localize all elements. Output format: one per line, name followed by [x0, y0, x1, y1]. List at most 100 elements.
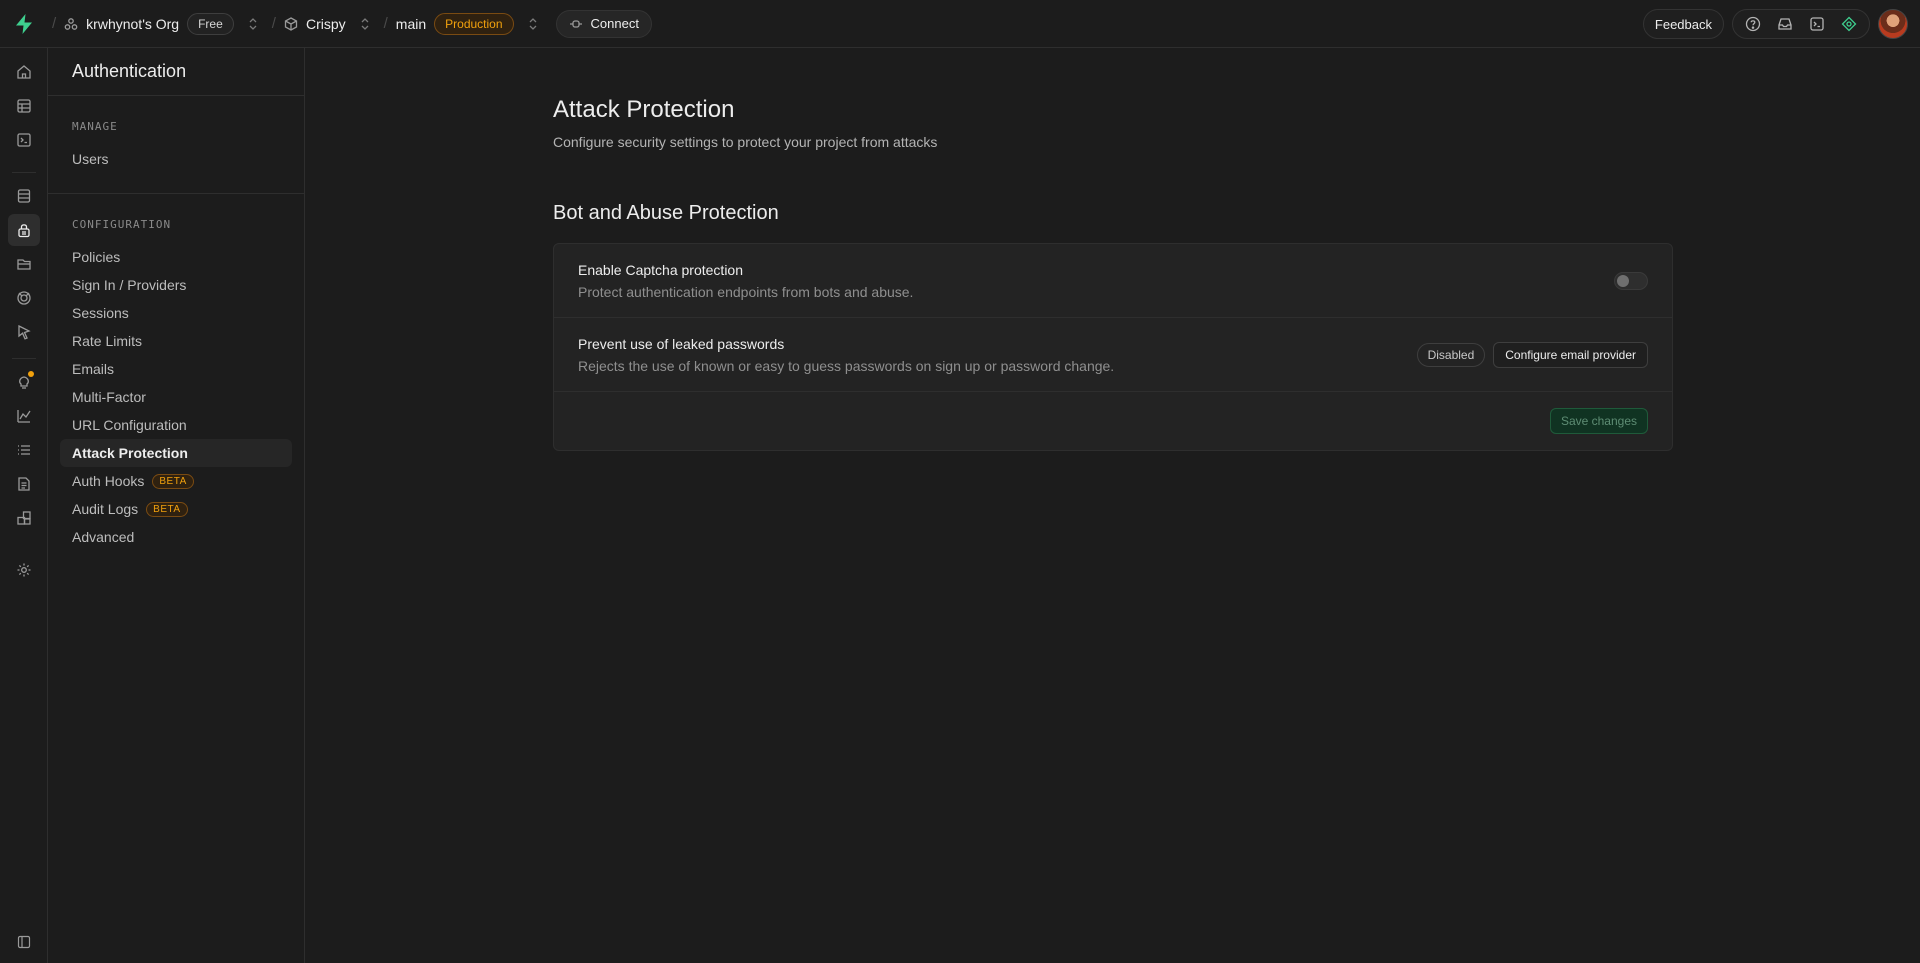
- rail-divider: [12, 172, 36, 173]
- feedback-button[interactable]: Feedback: [1642, 9, 1724, 39]
- captcha-label: Enable Captcha protection: [578, 261, 743, 278]
- plan-badge: Free: [187, 12, 234, 35]
- assistant-icon[interactable]: [1833, 10, 1865, 38]
- org-switcher[interactable]: krwhynot's Org Free: [64, 12, 258, 35]
- chevrons-up-down-icon[interactable]: [360, 17, 370, 31]
- api-docs-icon[interactable]: [8, 468, 40, 500]
- sidebar-item-label: Rate Limits: [72, 333, 143, 349]
- sidebar-title: Authentication: [48, 48, 304, 96]
- captcha-toggle[interactable]: [1614, 271, 1648, 290]
- sidebar-item-attack-protection[interactable]: Attack Protection: [60, 439, 292, 467]
- sidebar-item-rate-limits[interactable]: Rate Limits: [60, 327, 292, 355]
- sidebar-item-auth-hooks[interactable]: Auth Hooks BETA: [60, 467, 292, 495]
- top-bar: / krwhynot's Org Free / Crispy / main Pr…: [0, 0, 1920, 48]
- sidebar-item-label: Sessions: [72, 305, 129, 321]
- integrations-icon[interactable]: [8, 502, 40, 534]
- project-switcher[interactable]: Crispy: [284, 16, 370, 32]
- beta-badge: BETA: [146, 501, 188, 517]
- sidebar-item-audit-logs[interactable]: Audit Logs BETA: [60, 495, 292, 523]
- page-subtitle: Configure security settings to protect y…: [553, 134, 938, 150]
- project-name: Crispy: [305, 15, 346, 32]
- realtime-icon[interactable]: [8, 282, 40, 314]
- icon-rail: [0, 48, 48, 963]
- leaked-passwords-actions: Disabled Configure email provider: [1416, 341, 1648, 368]
- breadcrumb-separator: /: [383, 15, 388, 32]
- database-icon[interactable]: [8, 180, 40, 212]
- user-avatar[interactable]: [1878, 9, 1908, 39]
- captcha-description: Protect authentication endpoints from bo…: [578, 283, 914, 300]
- sidebar-item-label: Auth Hooks: [72, 473, 145, 489]
- toggle-knob: [1617, 274, 1629, 287]
- sidebar-item-sessions[interactable]: Sessions: [60, 299, 292, 327]
- org-icon: [64, 17, 78, 31]
- sidebar-item-label: Multi-Factor: [72, 389, 146, 405]
- home-icon[interactable]: [8, 56, 40, 88]
- topbar-actions: Feedback: [1642, 0, 1908, 48]
- bot-abuse-card: Enable Captcha protection Protect authen…: [553, 243, 1673, 451]
- breadcrumb-separator: /: [52, 15, 57, 32]
- sidebar-item-users[interactable]: Users: [60, 145, 292, 173]
- branch-switcher[interactable]: main Production: [395, 12, 538, 35]
- sidebar-item-label: Advanced: [72, 529, 135, 545]
- help-icon[interactable]: [1737, 10, 1769, 38]
- sidebar-item-emails[interactable]: Emails: [60, 355, 292, 383]
- connect-label: Connect: [590, 16, 639, 31]
- sidebar-item-sign-in-providers[interactable]: Sign In / Providers: [60, 271, 292, 299]
- table-editor-icon[interactable]: [8, 90, 40, 122]
- chevrons-up-down-icon[interactable]: [248, 17, 258, 31]
- settings-gear-icon[interactable]: [8, 554, 40, 586]
- status-badge: Disabled: [1416, 342, 1486, 367]
- sql-editor-icon[interactable]: [8, 124, 40, 156]
- sidebar-item-label: Emails: [72, 361, 115, 377]
- inbox-icon[interactable]: [1769, 10, 1801, 38]
- sidebar-item-label: Audit Logs: [72, 501, 139, 517]
- auth-sidebar: Authentication MANAGE Users CONFIGURATIO…: [48, 48, 305, 963]
- page-title: Attack Protection: [553, 96, 735, 123]
- sidebar-item-label: URL Configuration: [72, 417, 187, 433]
- sidebar-item-label: Policies: [72, 249, 121, 265]
- collapse-sidebar-icon[interactable]: [8, 926, 40, 958]
- leaked-passwords-description: Rejects the use of known or easy to gues…: [578, 357, 1115, 374]
- reports-icon[interactable]: [8, 400, 40, 432]
- configuration-section: CONFIGURATION Policies Sign In / Provide…: [48, 194, 304, 571]
- storage-icon[interactable]: [8, 248, 40, 280]
- sidebar-item-label: Attack Protection: [72, 445, 188, 461]
- leaked-passwords-row: Prevent use of leaked passwords Rejects …: [554, 318, 1672, 392]
- captcha-text: Enable Captcha protection Protect authen…: [578, 262, 913, 300]
- leaked-passwords-text: Prevent use of leaked passwords Rejects …: [578, 336, 1114, 374]
- sidebar-item-url-configuration[interactable]: URL Configuration: [60, 411, 292, 439]
- advisors-icon[interactable]: [8, 366, 40, 398]
- plug-icon: [569, 19, 583, 29]
- sidebar-item-label: Users: [72, 151, 109, 167]
- rail-divider: [12, 358, 36, 359]
- breadcrumb-separator: /: [271, 15, 276, 32]
- branch-name: main: [395, 15, 427, 32]
- section-title: Bot and Abuse Protection: [553, 202, 779, 224]
- sidebar-item-policies[interactable]: Policies: [60, 243, 292, 271]
- connect-button[interactable]: Connect: [555, 9, 652, 38]
- section-label-manage: MANAGE: [72, 120, 118, 133]
- notification-dot: [28, 371, 34, 377]
- supabase-logo-icon[interactable]: [0, 0, 48, 48]
- beta-badge: BETA: [152, 473, 194, 489]
- logs-icon[interactable]: [8, 434, 40, 466]
- topbar-icon-group: [1732, 9, 1870, 39]
- captcha-row: Enable Captcha protection Protect authen…: [554, 244, 1672, 318]
- manage-section: MANAGE Users: [48, 96, 304, 194]
- main-content: Attack Protection Configure security set…: [553, 48, 1673, 451]
- chevrons-up-down-icon[interactable]: [528, 17, 538, 31]
- section-label-configuration: CONFIGURATION: [72, 218, 172, 231]
- edge-functions-icon[interactable]: [8, 316, 40, 348]
- save-changes-button[interactable]: Save changes: [1549, 408, 1648, 434]
- leaked-passwords-label: Prevent use of leaked passwords: [578, 335, 785, 352]
- environment-badge: Production: [434, 12, 514, 35]
- configure-email-provider-button[interactable]: Configure email provider: [1493, 341, 1648, 368]
- box-icon: [284, 16, 298, 31]
- org-name: krwhynot's Org: [86, 15, 180, 32]
- card-footer: Save changes: [554, 392, 1672, 450]
- sidebar-item-advanced[interactable]: Advanced: [60, 523, 292, 551]
- terminal-icon[interactable]: [1801, 10, 1833, 38]
- authentication-icon[interactable]: [8, 214, 40, 246]
- sidebar-item-multi-factor[interactable]: Multi-Factor: [60, 383, 292, 411]
- sidebar-item-label: Sign In / Providers: [72, 277, 187, 293]
